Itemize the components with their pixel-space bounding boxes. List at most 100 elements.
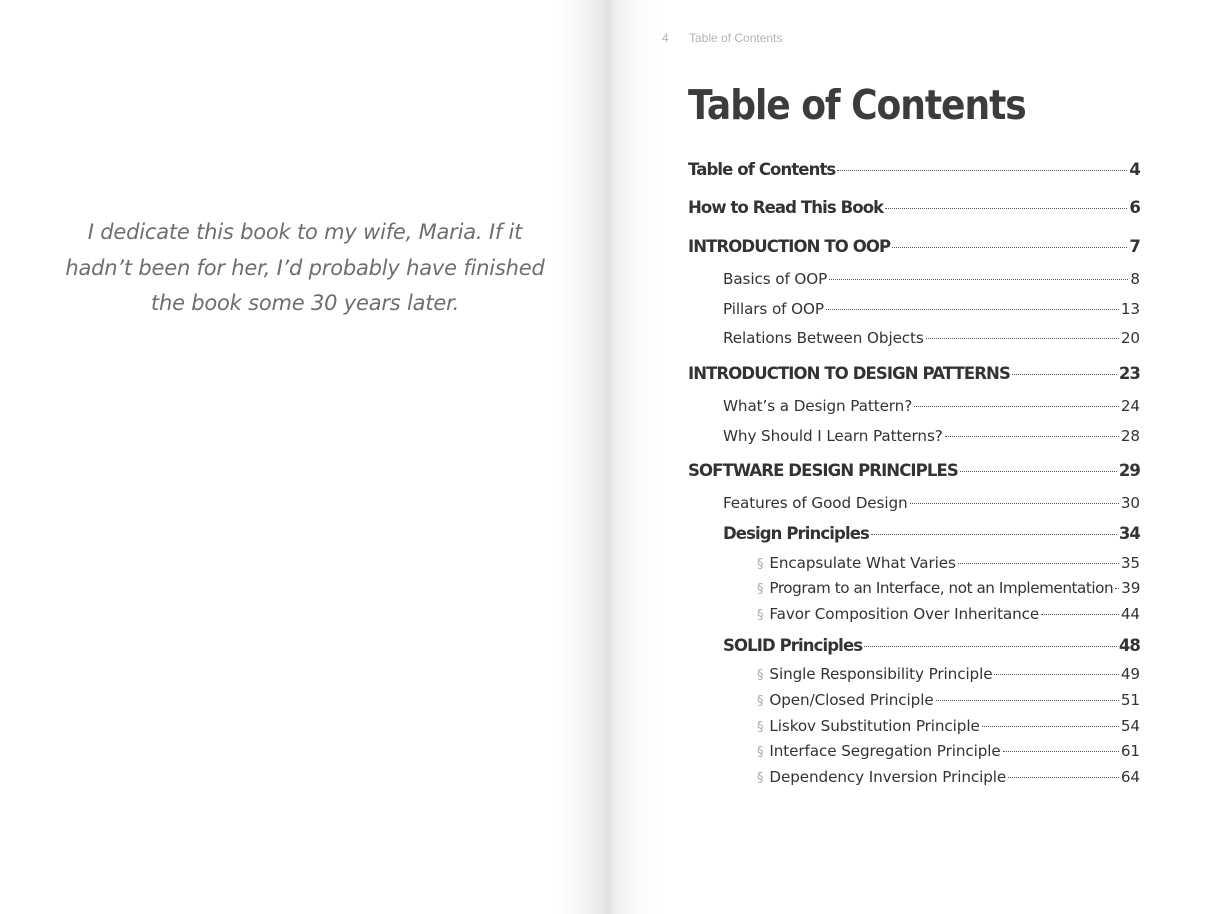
running-head-section: Table of Contents: [689, 31, 783, 45]
toc-entry-page: 34: [1118, 524, 1141, 543]
toc-entry[interactable]: Features of Good Design 30: [723, 494, 1140, 512]
dot-leader: [925, 338, 1119, 339]
dedication-line: the book some 30 years later.: [150, 291, 460, 315]
toc-entry-page: 4: [1129, 160, 1140, 179]
toc-entry-page: 35: [1120, 554, 1140, 572]
toc-entry-label: Table of Contents: [688, 160, 836, 179]
toc-entry[interactable]: § Encapsulate What Varies 35: [757, 554, 1140, 572]
toc-entry[interactable]: § Favor Composition Over Inheritance 44: [757, 605, 1140, 623]
toc-entry[interactable]: How to Read This Book 6: [688, 198, 1141, 217]
toc-entry[interactable]: Basics of OOP 8: [723, 270, 1140, 288]
dot-leader: [994, 674, 1119, 675]
toc-entry-label: Design Principles: [723, 524, 870, 543]
toc-entry-label: Liskov Substitution Principle: [769, 717, 980, 735]
page-title: Table of Contents: [688, 81, 1027, 129]
toc-entry-label: SOFTWARE DESIGN PRINCIPLES: [688, 461, 959, 480]
toc-entry-label: Basics of OOP: [723, 270, 828, 288]
toc-entry-page: 24: [1120, 397, 1140, 415]
toc-entry-page: 44: [1120, 605, 1140, 623]
dot-leader: [1008, 777, 1119, 778]
toc-entry[interactable]: What’s a Design Pattern? 24: [723, 397, 1140, 415]
page-number: 4: [662, 31, 669, 45]
toc-entry[interactable]: Table of Contents 4: [688, 160, 1141, 179]
toc-entry[interactable]: Pillars of OOP 13: [723, 300, 1140, 318]
dot-leader: [909, 503, 1119, 504]
toc-entry-label: Pillars of OOP: [723, 300, 824, 318]
toc-entry-label: INTRODUCTION TO DESIGN PATTERNS: [688, 364, 1011, 383]
toc-entry-label: Dependency Inversion Principle: [769, 768, 1007, 786]
dot-leader: [1041, 614, 1119, 615]
toc-entry-page: 7: [1129, 237, 1140, 256]
toc-entry-page: 28: [1120, 427, 1140, 445]
dot-leader: [957, 563, 1119, 564]
running-head: 4 Table of Contents: [662, 31, 782, 45]
toc-entry[interactable]: SOFTWARE DESIGN PRINCIPLES 29: [688, 461, 1141, 480]
dot-leader: [829, 279, 1129, 280]
toc-entry-page: 61: [1120, 742, 1140, 760]
section-bullet: §: [757, 771, 764, 786]
dedication-text: I dedicate this book to my wife, Maria. …: [60, 215, 550, 322]
dedication-line: hadn’t been for her, I’d probably have f…: [65, 255, 545, 280]
toc-entry-page: 30: [1120, 494, 1140, 512]
section-bullet: §: [757, 608, 764, 623]
toc-entry[interactable]: § Open/Closed Principle 51: [757, 691, 1140, 709]
toc-entry-label: Program to an Interface, not an Implemen…: [769, 579, 1114, 597]
toc-entry-label: How to Read This Book: [688, 198, 884, 217]
toc-entry-page: 49: [1120, 665, 1140, 683]
toc-entry[interactable]: INTRODUCTION TO DESIGN PATTERNS 23: [688, 364, 1141, 383]
toc-entry-page: 8: [1130, 270, 1140, 288]
section-bullet: §: [757, 720, 764, 735]
dot-leader: [935, 700, 1119, 701]
toc-entry-page: 6: [1129, 198, 1140, 217]
toc-entry-page: 48: [1118, 636, 1141, 655]
dot-leader: [1011, 374, 1117, 375]
toc-entry-label: INTRODUCTION TO OOP: [688, 237, 891, 256]
section-bullet: §: [757, 668, 764, 683]
dot-leader: [1002, 751, 1119, 752]
toc-entry[interactable]: Design Principles 34: [723, 524, 1141, 543]
toc-entry-label: Single Responsibility Principle: [769, 665, 993, 683]
toc-entry[interactable]: Relations Between Objects 20: [723, 329, 1140, 347]
left-page: I dedicate this book to my wife, Maria. …: [0, 0, 609, 914]
toc-entry[interactable]: § Liskov Substitution Principle 54: [757, 717, 1140, 735]
toc-entry[interactable]: INTRODUCTION TO OOP 7: [688, 237, 1141, 256]
toc-entry[interactable]: § Dependency Inversion Principle 64: [757, 768, 1140, 786]
dot-leader: [944, 436, 1119, 437]
toc-entry[interactable]: SOLID Principles 48: [723, 636, 1141, 655]
toc-entry-label: SOLID Principles: [723, 636, 863, 655]
toc-entry-page: 29: [1118, 461, 1141, 480]
toc-entry[interactable]: § Single Responsibility Principle 49: [757, 665, 1140, 683]
dot-leader: [870, 534, 1117, 535]
toc-entry-label: Features of Good Design: [723, 494, 908, 512]
dot-leader: [959, 471, 1117, 472]
dot-leader: [837, 170, 1128, 171]
toc-entry-label: What’s a Design Pattern?: [723, 397, 913, 415]
toc-entry[interactable]: § Program to an Interface, not an Impleme…: [757, 579, 1140, 597]
toc-entry-page: 13: [1120, 300, 1140, 318]
toc-entry-page: 23: [1118, 364, 1141, 383]
dot-leader: [914, 406, 1119, 407]
dot-leader: [864, 646, 1117, 647]
dedication-line: I dedicate this book to my wife, Maria. …: [87, 220, 523, 244]
toc-entry-label: Open/Closed Principle: [769, 691, 934, 709]
dot-leader: [885, 208, 1128, 209]
toc-entry-label: Interface Segregation Principle: [769, 742, 1001, 760]
toc-entry[interactable]: § Interface Segregation Principle 61: [757, 742, 1140, 760]
section-bullet: §: [757, 694, 764, 709]
toc-entry-page: 64: [1120, 768, 1140, 786]
toc-entry-label: Why Should I Learn Patterns?: [723, 427, 943, 445]
section-bullet: §: [757, 557, 764, 572]
toc-entry-label: Relations Between Objects: [723, 329, 924, 347]
toc-entry-page: 20: [1120, 329, 1140, 347]
dot-leader: [1115, 588, 1120, 589]
section-bullet: §: [757, 582, 764, 597]
toc-entry-label: Favor Composition Over Inheritance: [769, 605, 1040, 623]
toc-entry-label: Encapsulate What Varies: [769, 554, 956, 572]
toc-entry-page: 51: [1120, 691, 1140, 709]
toc-entry-page: 39: [1121, 579, 1141, 597]
dot-leader: [892, 247, 1128, 248]
dot-leader: [981, 726, 1119, 727]
toc-entry[interactable]: Why Should I Learn Patterns? 28: [723, 427, 1140, 445]
book-spread: I dedicate this book to my wife, Maria. …: [0, 0, 1218, 914]
dot-leader: [825, 309, 1119, 310]
